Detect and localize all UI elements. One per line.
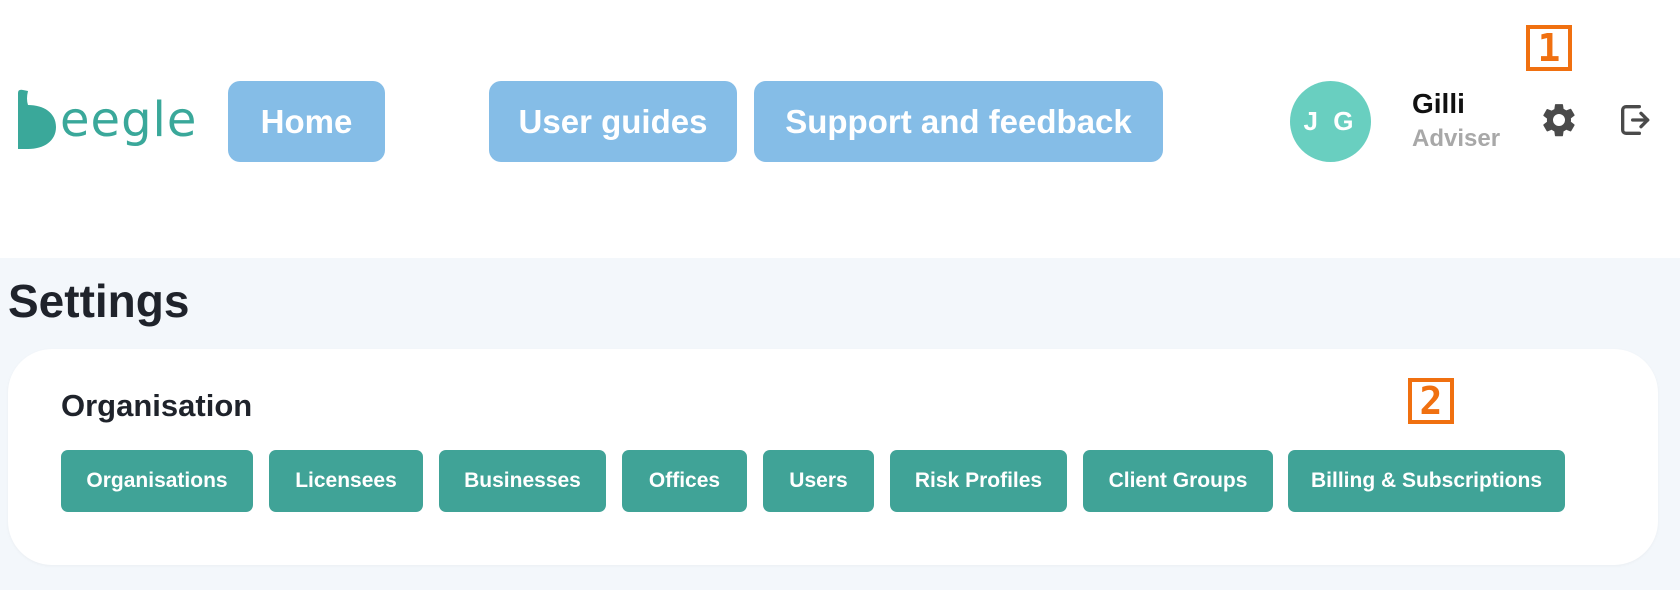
client-groups-button[interactable]: Client Groups — [1083, 450, 1273, 512]
risk-profiles-button[interactable]: Risk Profiles — [890, 450, 1067, 512]
annotation-marker-1: 1 — [1526, 25, 1572, 71]
top-header: eegle Home User guides Support and feedb… — [0, 0, 1680, 258]
support-feedback-button[interactable]: Support and feedback — [754, 81, 1163, 162]
logo-mark-icon — [18, 89, 56, 149]
logout-icon — [1621, 105, 1650, 135]
user-avatar[interactable]: J G — [1290, 81, 1371, 162]
billing-subscriptions-button[interactable]: Billing & Subscriptions — [1288, 450, 1565, 512]
licensees-button[interactable]: Licensees — [269, 450, 423, 512]
logo-text: eegle — [60, 92, 198, 148]
gear-icon — [1543, 104, 1575, 137]
page-title: Settings — [8, 275, 190, 327]
home-button[interactable]: Home — [228, 81, 385, 162]
user-guides-button[interactable]: User guides — [489, 81, 737, 162]
user-name: Gilli — [1412, 88, 1465, 119]
user-role: Adviser — [1412, 125, 1501, 152]
users-button[interactable]: Users — [763, 450, 874, 512]
settings-button[interactable] — [1537, 98, 1581, 142]
offices-button[interactable]: Offices — [622, 450, 747, 512]
organisation-section-title: Organisation — [61, 388, 253, 423]
logout-button[interactable] — [1614, 98, 1658, 142]
annotation-marker-2: 2 — [1408, 378, 1454, 424]
app-logo[interactable]: eegle — [14, 84, 197, 156]
businesses-button[interactable]: Businesses — [439, 450, 606, 512]
organisations-button[interactable]: Organisations — [61, 450, 253, 512]
